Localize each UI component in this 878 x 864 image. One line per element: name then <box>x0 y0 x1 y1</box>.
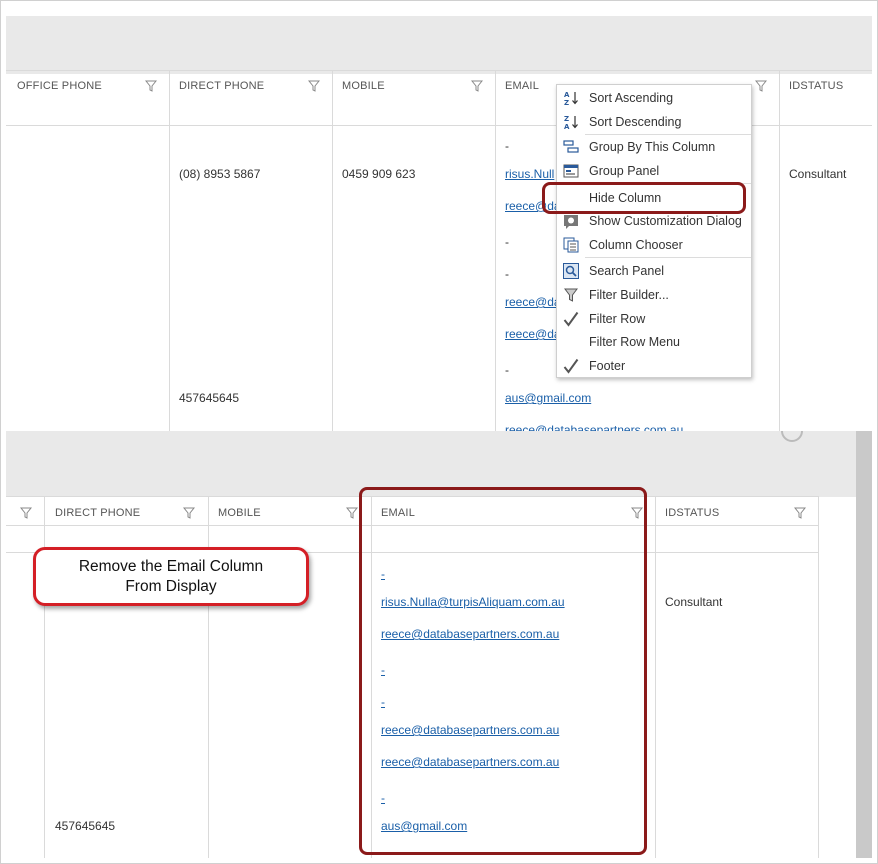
direct-phone-cell: 457645645 <box>179 391 240 405</box>
column-header-mobile[interactable]: MOBILE <box>218 507 261 519</box>
callout-line-2: From Display <box>125 578 217 595</box>
column-header-mobile[interactable]: MOBILE <box>342 80 385 92</box>
menu-item-label: Column Chooser <box>589 238 683 252</box>
filter-icon[interactable] <box>794 507 806 519</box>
filter-icon[interactable] <box>755 80 767 92</box>
email-link[interactable]: reece@da <box>505 295 561 309</box>
sort-ascending-icon: A Z <box>564 91 578 106</box>
help-circle-icon[interactable] <box>780 431 804 443</box>
email-dash: - <box>505 139 509 153</box>
email-link[interactable]: reece@da <box>505 327 561 341</box>
filter-icon[interactable] <box>346 507 358 519</box>
annotation-callout: Remove the Email Column From Display <box>33 547 309 606</box>
col-separator <box>169 70 170 431</box>
column-header-direct-phone[interactable]: DIRECT PHONE <box>179 80 264 92</box>
menu-separator <box>585 257 751 258</box>
menu-separator <box>585 134 751 135</box>
hide-column-highlight <box>542 182 746 214</box>
svg-text:A: A <box>564 123 570 130</box>
email-link[interactable]: risus.Null <box>505 167 554 181</box>
col-separator <box>655 496 656 858</box>
column-chooser-icon <box>563 237 579 253</box>
menu-item-label: Group By This Column <box>589 140 716 154</box>
filter-icon[interactable] <box>145 80 157 92</box>
column-header-email[interactable]: EMAIL <box>505 80 539 92</box>
sort-descending-icon: Z A <box>564 115 578 130</box>
filter-icon[interactable] <box>20 507 32 519</box>
top-group-panel <box>6 16 872 74</box>
customization-dialog-icon <box>564 215 578 229</box>
col-separator <box>332 70 333 431</box>
menu-item-label: Group Panel <box>589 164 660 178</box>
menu-item-group-by-this-column[interactable]: Group By This Column <box>557 136 751 158</box>
idstatus-cell: Consultant <box>789 167 847 181</box>
email-dash: - <box>505 363 509 377</box>
direct-phone-cell: 457645645 <box>55 819 116 833</box>
menu-item-group-panel[interactable]: Group Panel <box>557 160 751 182</box>
svg-text:Z: Z <box>564 115 569 123</box>
menu-item-filter-row-menu[interactable]: Filter Row Menu <box>557 331 751 353</box>
group-panel-icon <box>563 164 579 178</box>
svg-text:Z: Z <box>564 99 569 106</box>
callout-line-1: Remove the Email Column <box>78 558 264 575</box>
email-link[interactable]: aus@gmail.com <box>505 391 591 405</box>
filter-icon[interactable] <box>308 80 320 92</box>
menu-item-search-panel[interactable]: Search Panel <box>557 260 751 282</box>
menu-item-label: Filter Row Menu <box>589 335 680 349</box>
svg-text:A: A <box>564 91 570 99</box>
filter-builder-icon <box>564 288 578 302</box>
checkmark-icon <box>563 311 579 327</box>
menu-item-filter-row[interactable]: Filter Row <box>557 308 751 330</box>
col-separator <box>779 70 780 431</box>
email-link[interactable]: reece@databasepartners.com.au <box>505 423 683 431</box>
menu-item-label: Sort Ascending <box>589 91 674 105</box>
email-dash: - <box>505 267 509 281</box>
column-header-idstatus[interactable]: IDSTATUS <box>665 507 719 519</box>
filter-icon[interactable] <box>471 80 483 92</box>
direct-phone-cell: (08) 8953 5867 <box>179 167 261 181</box>
filter-icon[interactable] <box>183 507 195 519</box>
menu-item-column-chooser[interactable]: Column Chooser <box>557 234 751 256</box>
menu-item-label: Search Panel <box>589 264 665 278</box>
header-top-border <box>6 70 872 71</box>
col-separator <box>818 496 819 858</box>
menu-item-filter-builder[interactable]: Filter Builder... <box>557 284 751 306</box>
idstatus-cell: Consultant <box>665 595 723 609</box>
mobile-cell: 0459 909 623 <box>342 167 416 181</box>
column-header-idstatus[interactable]: IDSTATUS <box>789 80 843 92</box>
menu-item-footer[interactable]: Footer <box>557 355 751 377</box>
column-header-direct-phone[interactable]: DIRECT PHONE <box>55 507 140 519</box>
menu-item-sort-ascending[interactable]: A Z Sort Ascending <box>557 87 751 109</box>
search-panel-icon <box>563 263 579 279</box>
group-by-icon <box>563 140 579 153</box>
scrollbar-track[interactable] <box>856 431 872 858</box>
menu-item-label: Filter Row <box>589 312 646 326</box>
column-header-office-phone[interactable]: OFFICE PHONE <box>17 80 102 92</box>
col-separator <box>495 70 496 431</box>
menu-item-label: Sort Descending <box>589 115 682 129</box>
menu-item-label: Show Customization Dialog <box>589 214 742 228</box>
email-column-highlight <box>359 487 647 855</box>
menu-item-label: Footer <box>589 359 626 373</box>
menu-item-label: Filter Builder... <box>589 288 669 302</box>
column-context-menu: A Z Sort Ascending Z A Sort Descending G… <box>556 84 752 378</box>
menu-item-sort-descending[interactable]: Z A Sort Descending <box>557 111 751 133</box>
email-dash: - <box>505 235 509 249</box>
checkmark-icon <box>563 358 579 374</box>
